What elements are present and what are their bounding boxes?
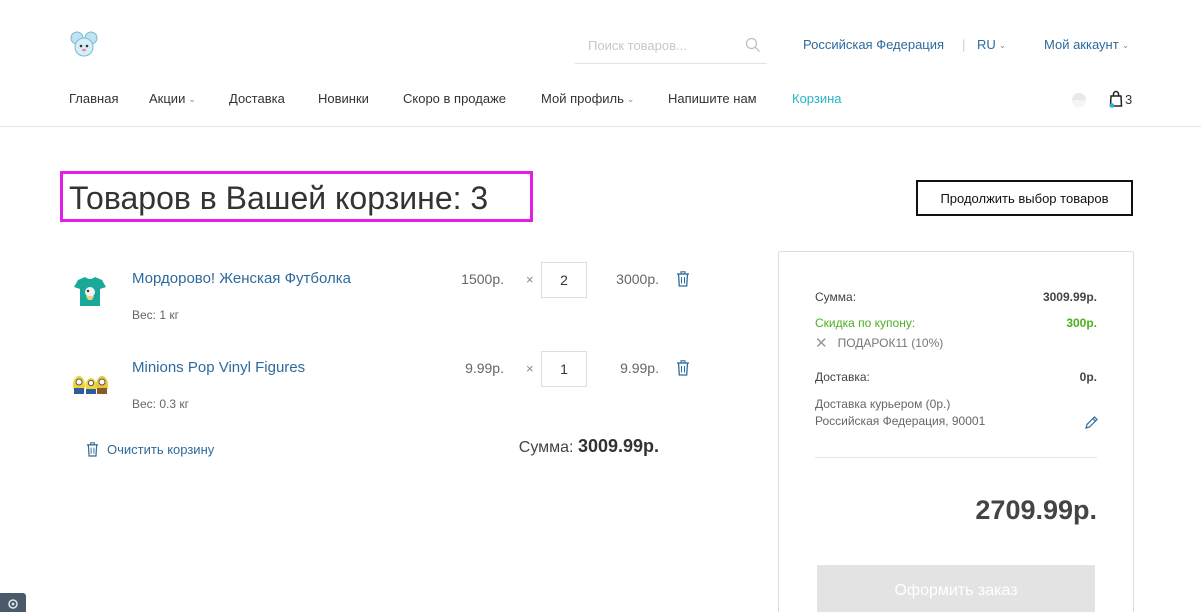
product-weight: Вес: 1 кг <box>132 308 179 322</box>
nav-item-home[interactable]: Главная <box>69 91 118 106</box>
delivery-value: 0р. <box>1079 370 1097 384</box>
nav-item-profile[interactable]: Мой профиль ⌄ <box>541 91 634 106</box>
order-summary-panel: Сумма: 3009.99р. Скидка по купону: 300р.… <box>778 251 1134 612</box>
nav-divider <box>0 126 1201 127</box>
nav-item-delivery[interactable]: Доставка <box>229 91 285 106</box>
product-weight: Вес: 0.3 кг <box>132 397 189 411</box>
multiply-sign: × <box>526 272 534 287</box>
product-name-link[interactable]: Мордорово! Женская Футболка <box>132 270 351 287</box>
trash-icon <box>86 441 99 457</box>
store-logo[interactable] <box>70 30 98 58</box>
chevron-down-icon: ⌄ <box>626 94 635 104</box>
delivery-address: Российская Федерация, 90001 <box>815 414 986 428</box>
nav-item-cart[interactable]: Корзина <box>792 91 842 106</box>
account-label: Мой аккаунт <box>1044 37 1119 52</box>
unit-price: 9.99р. <box>465 360 504 376</box>
line-total: 9.99р. <box>620 360 659 376</box>
clear-cart-label: Очистить корзину <box>107 441 215 457</box>
summary-delivery-row: Доставка: 0р. <box>815 370 1097 384</box>
nav-item-new[interactable]: Новинки <box>318 91 369 106</box>
summary-sum-row: Сумма: 3009.99р. <box>815 290 1097 304</box>
applied-coupon: ✕ ПОДАРОК11 (10%) <box>815 334 943 352</box>
summary-divider <box>815 457 1097 458</box>
delete-item-icon[interactable] <box>676 360 690 376</box>
remove-coupon-icon[interactable]: ✕ <box>815 334 828 352</box>
language-label: RU <box>977 37 996 52</box>
unit-price: 1500р. <box>461 271 504 287</box>
subtotal-label: Сумма: <box>518 439 574 456</box>
product-thumbnail[interactable] <box>70 361 110 401</box>
grand-total: 2709.99р. <box>975 495 1097 525</box>
delivery-details: Доставка курьером (0р.) Российская Федер… <box>815 396 985 430</box>
clear-cart-button[interactable]: Очистить корзину <box>86 440 214 458</box>
product-name-link[interactable]: Minions Pop Vinyl Figures <box>132 359 305 376</box>
summary-sum-label: Сумма: <box>815 290 857 304</box>
cart-icon[interactable] <box>1109 90 1123 108</box>
chevron-down-icon: ⌄ <box>1121 40 1130 50</box>
coupon-code: ПОДАРОК11 (10%) <box>837 336 944 350</box>
nav-label: Акции <box>149 91 186 106</box>
nav-item-contact[interactable]: Напишите нам <box>668 91 757 106</box>
account-menu[interactable]: Мой аккаунт ⌄ <box>1044 37 1129 52</box>
cart-count-badge: 3 <box>1125 92 1133 107</box>
quantity-input[interactable] <box>541 351 587 387</box>
nav-item-promotions[interactable]: Акции ⌄ <box>149 91 196 106</box>
chevron-down-icon: ⌄ <box>998 40 1007 50</box>
checkout-button[interactable]: Оформить заказ <box>817 565 1095 612</box>
search-box[interactable] <box>575 28 767 64</box>
product-thumbnail[interactable] <box>70 272 110 312</box>
summary-discount-row: Скидка по купону: 300р. <box>815 316 1097 330</box>
page-title-highlight: Товаров в Вашей корзине: 3 <box>60 171 533 222</box>
multiply-sign: × <box>526 361 534 376</box>
discount-label: Скидка по купону: <box>815 316 916 330</box>
summary-sum-value: 3009.99р. <box>1042 290 1097 304</box>
language-selector[interactable]: RU ⌄ <box>977 37 1006 52</box>
chevron-down-icon: ⌄ <box>188 94 196 104</box>
subtotal-value: 3009.99р. <box>577 436 659 456</box>
quantity-input[interactable] <box>541 262 587 298</box>
settings-button[interactable] <box>0 593 26 612</box>
cart-item: Minions Pop Vinyl Figures Вес: 0.3 кг 9.… <box>60 351 760 431</box>
region-selector[interactable]: Российская Федерация <box>803 37 944 52</box>
search-icon[interactable] <box>745 37 761 53</box>
discount-value: 300р. <box>1066 316 1097 330</box>
delivery-label: Доставка: <box>815 370 870 384</box>
search-input[interactable] <box>575 28 767 63</box>
delete-item-icon[interactable] <box>676 271 690 287</box>
gear-icon <box>8 599 18 609</box>
line-total: 3000р. <box>616 271 659 287</box>
nav-item-coming-soon[interactable]: Скоро в продаже <box>403 91 506 106</box>
header-separator: | <box>962 37 966 52</box>
continue-shopping-button[interactable]: Продолжить выбор товаров <box>916 180 1133 216</box>
edit-delivery-icon[interactable] <box>1083 415 1099 431</box>
nav-label: Мой профиль <box>541 91 624 106</box>
cart-item: Мордорово! Женская Футболка Вес: 1 кг 15… <box>60 262 760 342</box>
theme-toggle-icon[interactable] <box>1071 92 1087 108</box>
cart-subtotal: Сумма: 3009.99р. <box>519 436 659 457</box>
delivery-method: Доставка курьером (0р.) <box>815 397 951 411</box>
page-title: Товаров в Вашей корзине: 3 <box>69 180 489 216</box>
